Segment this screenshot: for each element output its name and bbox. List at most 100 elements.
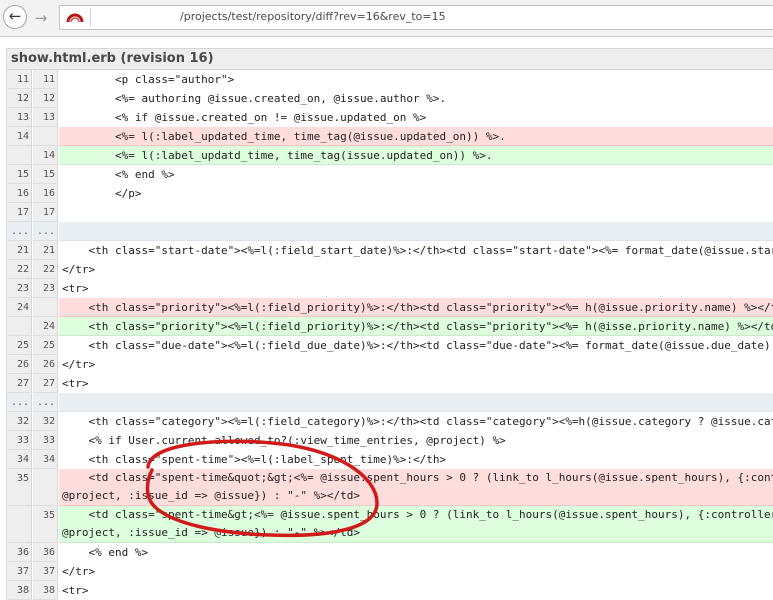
old-line-number: 25 (7, 336, 32, 355)
diff-context-row: 11 11 <p class="author"> (7, 70, 773, 89)
new-line-number: 35 (33, 506, 58, 543)
new-line-number: 25 (33, 336, 58, 355)
diff-added-row: 24 <th class="priority"><%=l(:field_prio… (7, 317, 773, 336)
arrow-right-icon: → (34, 9, 48, 27)
code-line: <% end %> (62, 546, 149, 559)
code-line: <th class="priority"><%=l(:field_priorit… (59, 298, 773, 317)
code-line (59, 222, 773, 241)
diff-context-row: 26 26 </tr> (7, 355, 773, 374)
diff-context-row: 17 17 (7, 203, 773, 222)
new-line-number: 15 (33, 165, 58, 184)
code-line: <%= authoring @issue.created_on, @issue.… (62, 92, 447, 105)
old-line-number: 32 (7, 412, 32, 431)
diff-deleted-row: 24 <th class="priority"><%=l(:field_prio… (7, 298, 773, 317)
new-line-number: 27 (33, 374, 58, 393)
diff-context-row: 12 12 <%= authoring @issue.created_on, @i… (7, 89, 773, 108)
new-line-number: ... (33, 393, 58, 412)
diff-separator-row: ...... (7, 222, 773, 241)
back-button[interactable]: ← (3, 5, 27, 29)
code-line: <tr> (62, 377, 89, 390)
old-line-number: 12 (7, 89, 32, 108)
code-line: </tr> (62, 358, 96, 371)
new-line-number: 22 (33, 260, 58, 279)
diff-context-row: 21 21 <th class="start-date"><%=l(:field_… (7, 241, 773, 260)
old-line-number: 27 (7, 374, 32, 393)
old-line-number: 26 (7, 355, 32, 374)
diff-context-row: 22 22 </tr> (7, 260, 773, 279)
code-line: <th class="category"><%=l(:field_categor… (88, 415, 773, 428)
new-line-number: 26 (33, 355, 58, 374)
diff-context-row: 38 38 <tr> (7, 581, 773, 600)
url-text[interactable]: /projects/test/repository/diff?rev=16&re… (180, 10, 446, 23)
new-line-number: 17 (33, 203, 58, 222)
address-separator (90, 9, 91, 26)
old-line-number: ... (7, 393, 32, 412)
diff-table: show.html.erb (revision 16) 11 11 <p clas… (6, 48, 773, 600)
address-bar[interactable]: /projects/test/repository/diff?rev=16&re… (59, 5, 773, 30)
old-line-number: 23 (7, 279, 32, 298)
diff-context-row: 13 13 <% if @issue.created_on != @issue.u… (7, 108, 773, 127)
new-line-number: 23 (33, 279, 58, 298)
diff-context-row: 33 33 <% if User.current.allowed_to?(:vie… (7, 431, 773, 450)
new-line-number: 21 (33, 241, 58, 260)
new-line-number: 37 (33, 562, 58, 581)
code-line (59, 393, 773, 412)
new-line-number: 32 (33, 412, 58, 431)
old-line-number: 34 (7, 450, 32, 469)
old-line-number: 17 (7, 203, 32, 222)
page-content: show.html.erb (revision 16) 11 11 <p clas… (0, 37, 773, 600)
diff-rows: 11 11 <p class="author"> 12 12 <%= authorin… (7, 70, 773, 600)
diff-context-row: 37 37 </tr> (7, 562, 773, 581)
new-line-number: 16 (33, 184, 58, 203)
new-line-number: 34 (33, 450, 58, 469)
diff-context-row: 36 36 <% end %> (7, 543, 773, 562)
old-line-number: ... (7, 222, 32, 241)
diff-context-row: 16 16 </p> (7, 184, 773, 203)
code-line: <th class="start-date"><%=l(:field_start… (88, 244, 773, 257)
diff-context-row: 15 15 <% end %> (7, 165, 773, 184)
code-line: </tr> (62, 263, 96, 276)
code-line: <tr> (62, 584, 89, 597)
diff-context-row: 34 34 <th class="spent-time"><%=l(:label_… (7, 450, 773, 469)
old-line-number: 24 (7, 298, 32, 317)
old-line-number: 14 (7, 127, 32, 146)
diff-deleted-row: 35 <td class="spent-time&quot;&gt;<%= @i… (7, 469, 773, 506)
code-line: </tr> (62, 565, 96, 578)
diff-added-row: 14 <%= l(:label_updatd_time, time_tag(is… (7, 146, 773, 165)
old-line-number (7, 317, 32, 336)
old-line-number: 11 (7, 70, 32, 89)
old-line-number: 22 (7, 260, 32, 279)
new-line-number: 24 (33, 317, 58, 336)
code-line: <th class="priority"><%=l(:field_priorit… (59, 317, 773, 336)
old-line-number: 36 (7, 543, 32, 562)
new-line-number: ... (33, 222, 58, 241)
code-line: </p> (62, 187, 142, 200)
old-line-number: 15 (7, 165, 32, 184)
code-line: <th class="due-date"><%=l(:field_due_dat… (62, 339, 773, 352)
new-line-number (33, 298, 58, 317)
old-line-number: 35 (7, 469, 32, 506)
diff-deleted-row: 14 <%= l(:label_updated_time, time_tag(@… (7, 127, 773, 146)
code-line: <% end %> (62, 168, 175, 181)
diff-context-row: 27 27 <tr> (7, 374, 773, 393)
old-line-number: 33 (7, 431, 32, 450)
diff-context-row: 25 25 <th class="due-date"><%=l(:field_du… (7, 336, 773, 355)
code-line: <%= l(:label_updatd_time, time_tag(issue… (59, 146, 773, 165)
old-line-number: 16 (7, 184, 32, 203)
new-line-number: 38 (33, 581, 58, 600)
code-line: <tr> (62, 282, 89, 295)
diff-added-row: 35 <td class="spent-time&gt;<%= @issue.s… (7, 506, 773, 543)
code-line: <td class="spent-time&gt;<%= @issue.spen… (59, 506, 773, 543)
browser-toolbar: ← → /projects/test/repository/diff?rev=1… (0, 0, 773, 37)
diff-context-row: 32 32 <th class="category"><%=l(:field_ca… (7, 412, 773, 431)
diff-context-row: 23 23 <tr> (7, 279, 773, 298)
code-line: <th class="spent-time"><%=l(:label_spent… (62, 453, 447, 466)
new-line-number: 36 (33, 543, 58, 562)
forward-button[interactable]: → (31, 8, 51, 28)
new-line-number: 11 (33, 70, 58, 89)
old-line-number: 13 (7, 108, 32, 127)
code-line: <%= l(:label_updated_time, time_tag(@iss… (59, 127, 773, 146)
new-line-number: 14 (33, 146, 58, 165)
new-line-number: 13 (33, 108, 58, 127)
